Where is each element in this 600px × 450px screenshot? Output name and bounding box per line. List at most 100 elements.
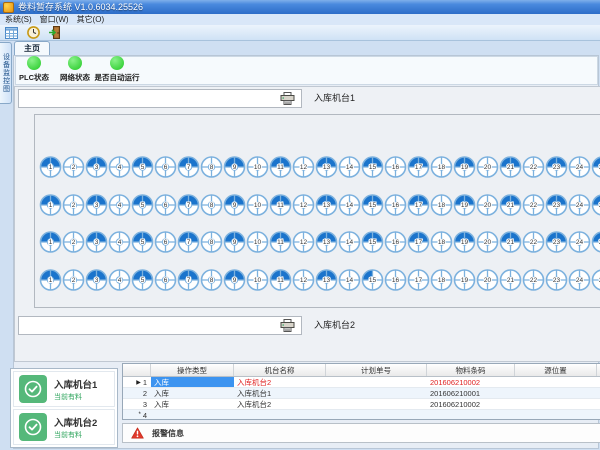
svg-text:5: 5: [141, 202, 145, 209]
printer-icon: [280, 319, 295, 332]
storage-slot: 14: [338, 156, 361, 178]
cell-machine[interactable]: 入库机台2: [234, 399, 326, 409]
cell-machine[interactable]: [234, 410, 326, 420]
svg-text:6: 6: [164, 202, 168, 209]
cell-barcode[interactable]: [427, 410, 515, 420]
cell-barcode[interactable]: 201606210001: [427, 388, 515, 398]
machine1-card-title: 入库机台1: [54, 377, 97, 391]
cell-source[interactable]: [515, 388, 597, 398]
storage-slot: 15: [361, 269, 384, 291]
svg-text:14: 14: [346, 164, 354, 171]
storage-slot: 22: [522, 156, 545, 178]
machine2-print-button[interactable]: [18, 316, 302, 335]
table-row[interactable]: 3入库入库机台2 201606210002: [123, 399, 600, 410]
cell-rownum[interactable]: *4: [123, 410, 151, 420]
cell-source[interactable]: [515, 410, 597, 420]
table-row[interactable]: *4: [123, 410, 600, 420]
cell-barcode[interactable]: 201606210002: [427, 399, 515, 409]
storage-slot: 18: [430, 194, 453, 216]
svg-text:7: 7: [187, 164, 191, 171]
cell-plan-no[interactable]: [326, 399, 427, 409]
alarm-section-bar[interactable]: 报警信息: [122, 423, 600, 443]
svg-text:21: 21: [507, 164, 515, 171]
storage-slot: 20: [476, 231, 499, 253]
storage-slot: 8: [200, 194, 223, 216]
svg-text:2: 2: [72, 239, 76, 246]
storage-slot: 13: [315, 156, 338, 178]
menu-other[interactable]: 其它(O): [77, 14, 105, 25]
storage-slot: 4: [108, 269, 131, 291]
svg-text:8: 8: [210, 239, 214, 246]
storage-slot: 3: [85, 231, 108, 253]
cell-rownum[interactable]: 3: [123, 399, 151, 409]
svg-text:10: 10: [254, 202, 262, 209]
table-row[interactable]: 2入库入库机台1 201606210001: [123, 388, 600, 399]
window-title: 卷料暂存系统 V1.0.6034.25526: [18, 0, 143, 14]
storage-slot: 11: [269, 194, 292, 216]
svg-text:9: 9: [233, 277, 237, 284]
tab-home[interactable]: 主页: [14, 41, 50, 55]
storage-slot: 5: [131, 269, 154, 291]
cell-rownum[interactable]: 2: [123, 388, 151, 398]
autorun-status-label: 是否自动运行: [95, 72, 140, 83]
svg-text:2: 2: [72, 164, 76, 171]
storage-slot: 19: [453, 156, 476, 178]
svg-text:12: 12: [300, 277, 308, 284]
row-number: 4: [143, 411, 147, 420]
machine2-status-card[interactable]: 入库机台2 当前有料: [13, 409, 115, 445]
svg-text:16: 16: [392, 277, 400, 284]
storage-slot: 17: [407, 156, 430, 178]
calendar-grid-icon[interactable]: [4, 26, 19, 40]
svg-text:11: 11: [277, 239, 284, 246]
storage-slot: 13: [315, 194, 338, 216]
storage-slot: 2: [62, 231, 85, 253]
cell-op-type[interactable]: 入库: [151, 388, 234, 398]
cell-machine[interactable]: 入库机台2: [234, 377, 326, 387]
side-panel-tab[interactable]: 设备监控图: [0, 42, 12, 104]
cell-rownum[interactable]: ▶1: [123, 377, 151, 387]
storage-slot: 4: [108, 231, 131, 253]
svg-text:13: 13: [323, 202, 331, 209]
cell-op-type[interactable]: 入库: [151, 377, 234, 387]
cell-plan-no[interactable]: [326, 388, 427, 398]
task-table: 操作类型 机台名称 计划单号 物料条码 源位置 ▶1入库入库机台22016062…: [122, 363, 600, 420]
cell-source[interactable]: [515, 377, 597, 387]
cell-machine[interactable]: 入库机台1: [234, 388, 326, 398]
svg-text:11: 11: [277, 277, 284, 284]
menu-system[interactable]: 系统(S): [5, 14, 32, 25]
slot-row-1: 1 2 3 4 5 6: [39, 156, 600, 178]
machine1-print-button[interactable]: [18, 89, 302, 108]
svg-text:1: 1: [49, 164, 53, 171]
svg-text:19: 19: [461, 202, 469, 209]
storage-slot: 23: [545, 269, 568, 291]
svg-text:5: 5: [141, 164, 145, 171]
menu-window[interactable]: 窗口(W): [40, 14, 69, 25]
storage-slot: 20: [476, 156, 499, 178]
storage-slot: 16: [384, 231, 407, 253]
exit-door-icon[interactable]: [48, 26, 63, 40]
cell-op-type[interactable]: 入库: [151, 399, 234, 409]
cell-op-type[interactable]: [151, 410, 234, 420]
storage-slot: 2: [62, 269, 85, 291]
cell-plan-no[interactable]: [326, 377, 427, 387]
autorun-status-lamp: [110, 56, 124, 70]
svg-text:15: 15: [369, 164, 377, 171]
cell-barcode[interactable]: 201606210002: [427, 377, 515, 387]
slot-panel: 1 2 3 4 5 6: [34, 114, 600, 308]
machine1-status-card[interactable]: 入库机台1 当前有料: [13, 371, 115, 407]
svg-text:9: 9: [233, 202, 237, 209]
svg-text:14: 14: [346, 202, 354, 209]
svg-text:19: 19: [461, 239, 469, 246]
table-header-machine: 机台名称: [234, 364, 326, 376]
storage-slot: 5: [131, 231, 154, 253]
svg-text:10: 10: [254, 164, 262, 171]
table-row[interactable]: ▶1入库入库机台2 201606210002: [123, 377, 600, 388]
cell-source[interactable]: [515, 399, 597, 409]
table-body: ▶1入库入库机台22016062100022入库入库机台120160621000…: [123, 377, 600, 420]
menubar: 系统(S) 窗口(W) 其它(O): [0, 14, 600, 25]
cell-plan-no[interactable]: [326, 410, 427, 420]
storage-slot: 15: [361, 194, 384, 216]
svg-text:7: 7: [187, 277, 191, 284]
clock-icon[interactable]: [26, 26, 41, 40]
machine2-card-title: 入库机台2: [54, 415, 97, 429]
